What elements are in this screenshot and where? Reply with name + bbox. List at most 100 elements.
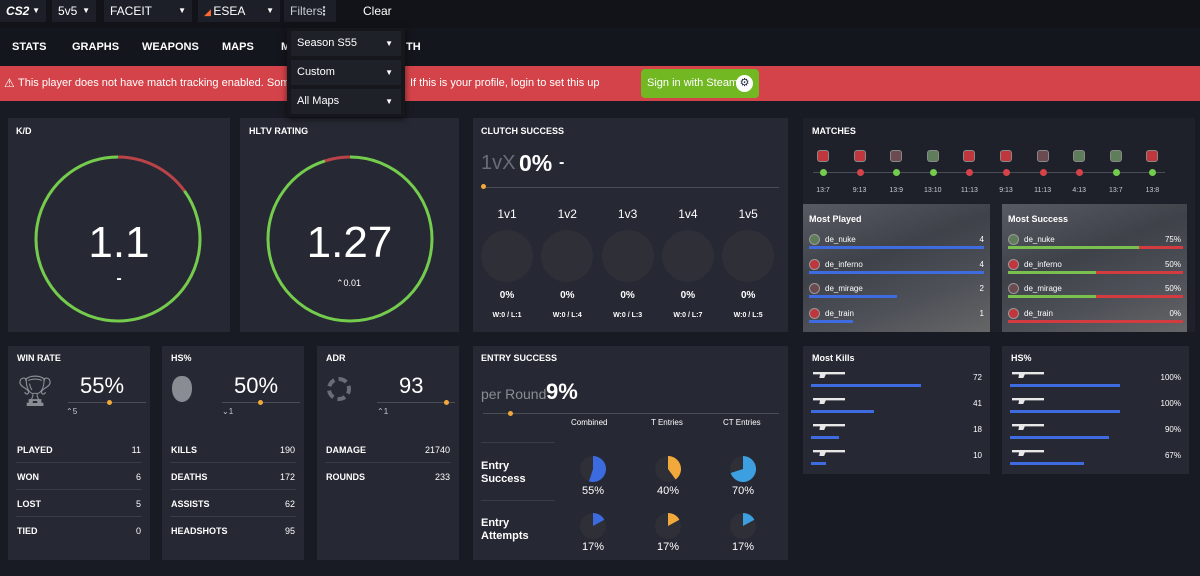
weapon-row[interactable]: 10 (811, 448, 982, 474)
header-ct-entries: CT Entries (723, 418, 761, 427)
stat-value: 95 (284, 526, 295, 536)
divider (16, 489, 142, 490)
league-select[interactable]: ◢ ESEA ▼ (198, 0, 280, 22)
game-label: CS2 (6, 4, 30, 18)
map-badge-icon[interactable] (963, 150, 976, 162)
hs-marker (258, 400, 263, 405)
fail-bar (1095, 270, 1183, 274)
weapon-bar (811, 462, 827, 465)
clutch-delta: - (559, 154, 565, 171)
weapon-row[interactable]: 100% (1010, 396, 1181, 422)
winrate-marker (107, 400, 112, 405)
clutch-prefix: 1vX (481, 152, 516, 174)
map-badge-icon[interactable] (853, 150, 866, 162)
clutch-col-wl: W:0 / L:3 (613, 312, 643, 319)
tab-graphs[interactable]: GRAPHS (72, 41, 119, 53)
tab-maps[interactable]: MAPS (222, 41, 254, 53)
tab-more[interactable]: TH (406, 41, 421, 53)
stat-value: 0 (135, 526, 141, 536)
esea-logo-icon: ◢ (204, 7, 214, 17)
weapon-value: 72 (973, 373, 982, 382)
league-label: ESEA (213, 4, 246, 18)
map-badge-icon[interactable] (1146, 150, 1159, 162)
map-value: 0% (1169, 308, 1181, 318)
map-name: de_nuke (825, 235, 856, 244)
stat-value: 62 (284, 499, 295, 509)
weapon-bar (1010, 410, 1120, 413)
clutch-panel: CLUTCH SUCCESS 1vX 0% - 1v1 0% W:0 / L:1 1v… (473, 118, 788, 332)
map-bar (809, 270, 984, 274)
custom-select[interactable]: Custom ▼ (291, 60, 401, 85)
match-score: 11:13 (960, 187, 978, 194)
game-select[interactable]: CS2 ▼ (0, 0, 46, 22)
stat-label: PLAYED (17, 445, 53, 455)
divider (325, 462, 451, 463)
clutch-col-label: 1v2 (557, 207, 577, 221)
clutch-col-label: 1v5 (738, 207, 758, 221)
map-row[interactable]: de_train 1 (809, 306, 984, 328)
map-badge-icon[interactable] (1109, 150, 1122, 162)
stat-value: 11 (131, 445, 141, 455)
weapon-row[interactable]: 18 (811, 422, 982, 448)
map-icon (1008, 283, 1019, 294)
map-bar (809, 246, 984, 249)
map-row[interactable]: de_inferno 4 (809, 257, 984, 279)
weapon-row[interactable]: 67% (1010, 448, 1181, 474)
clear-button[interactable]: Clear (363, 4, 392, 18)
most-kills-title: Most Kills (812, 353, 855, 363)
clutch-circle (722, 230, 775, 282)
steam-signin-button[interactable]: Sign in with Steam ⚙ (641, 69, 759, 98)
map-row[interactable]: de_mirage 2 (809, 281, 984, 303)
weapon-icon (813, 372, 845, 378)
hltv-delta-row: ⌃0.01 (336, 278, 361, 289)
most-played-title: Most Played (809, 214, 862, 224)
stat-label: ROUNDS (326, 472, 366, 482)
weapon-value: 100% (1160, 373, 1181, 382)
map-badge-icon[interactable] (926, 150, 939, 162)
clutch-col-label: 1v3 (617, 207, 638, 221)
weapon-row[interactable]: 90% (1010, 422, 1181, 448)
platform-select[interactable]: FACEIT ▼ (104, 0, 192, 22)
caret-up-icon: ⌃ (66, 407, 73, 416)
map-badge-icon[interactable] (1036, 150, 1049, 162)
stat-label: WON (17, 472, 39, 482)
maps-select[interactable]: All Maps ▼ (291, 89, 401, 114)
mode-select[interactable]: 5v5 ▼ (52, 0, 96, 22)
map-badge-icon[interactable] (890, 150, 903, 162)
trophy-icon: 🏆︎ (16, 375, 55, 408)
attempts-pct: 17% (656, 541, 680, 553)
adr-value: 93 (399, 373, 424, 398)
tab-stats[interactable]: STATS (12, 41, 46, 53)
map-badge-icon[interactable] (1000, 150, 1012, 162)
clutch-title: CLUTCH SUCCESS (481, 126, 565, 136)
map-badge-icon[interactable] (817, 150, 829, 162)
label-line: Success (481, 473, 526, 485)
success-pct: 70% (731, 485, 755, 497)
adr-title: ADR (326, 353, 346, 363)
divider (170, 462, 296, 463)
map-row[interactable]: de_inferno 50% (1008, 257, 1183, 279)
hs-title: HS% (171, 353, 192, 363)
weapon-bar (1010, 436, 1109, 439)
weapon-row[interactable]: 41 (811, 396, 982, 422)
match-score: 4:13 (1072, 187, 1086, 194)
headshot-icon (172, 376, 192, 402)
hs-sub-value: 1 (228, 407, 234, 416)
map-row[interactable]: de_nuke 75% (1008, 232, 1183, 254)
clutch-col-wl: W:0 / L:4 (552, 312, 582, 319)
map-badge-icon[interactable] (1073, 150, 1086, 162)
tab-weapons[interactable]: WEAPONS (142, 41, 199, 53)
maps-label: All Maps (297, 95, 340, 107)
filters-button[interactable]: Filters ⋮ (284, 0, 336, 22)
weapon-row[interactable]: 72 (811, 370, 982, 396)
map-row[interactable]: de_nuke 4 (809, 232, 984, 254)
weapon-row[interactable]: 100% (1010, 370, 1181, 396)
map-row[interactable]: de_mirage 50% (1008, 281, 1183, 303)
most-success-title: Most Success (1008, 214, 1069, 224)
map-row[interactable]: de_train 0% (1008, 306, 1183, 328)
stat-value: 5 (135, 499, 141, 509)
map-name: de_inferno (1024, 259, 1062, 269)
win-dot (929, 169, 937, 176)
winrate-sub: ⌃5 (66, 407, 77, 416)
season-select[interactable]: Season S55 ▼ (291, 31, 401, 56)
